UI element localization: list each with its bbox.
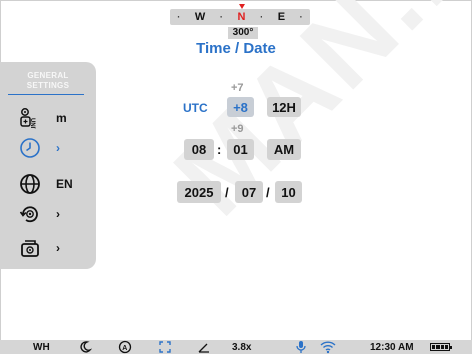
units-value: m bbox=[56, 111, 67, 125]
svg-text:A: A bbox=[122, 345, 127, 352]
day-field[interactable]: 10 bbox=[275, 181, 302, 203]
sidebar-header: GENERAL SETTINGS bbox=[26, 71, 70, 90]
hour-field[interactable]: 08 bbox=[184, 139, 214, 160]
zoom-level: 3.8x bbox=[232, 342, 252, 353]
sidebar-item-units[interactable]: UNIT m bbox=[18, 106, 67, 130]
month-field[interactable]: 07 bbox=[235, 181, 263, 203]
sidebar-item-reset[interactable]: › bbox=[18, 202, 60, 226]
auto-calibration-icon: A bbox=[118, 340, 132, 357]
year-field[interactable]: 2025 bbox=[177, 181, 221, 203]
battery-icon bbox=[430, 343, 452, 351]
compass-bar: · W · N · E · bbox=[170, 4, 310, 25]
microphone-icon bbox=[295, 340, 307, 357]
timezone-offset[interactable]: +8 bbox=[227, 97, 254, 117]
language-value: EN bbox=[56, 177, 73, 191]
sidebar-item-device[interactable]: › bbox=[18, 236, 60, 260]
date-separator-2: / bbox=[266, 185, 270, 200]
sidebar-item-time-date[interactable]: › bbox=[18, 136, 60, 160]
svg-text:UNIT: UNIT bbox=[29, 118, 35, 129]
wifi-icon bbox=[320, 340, 336, 357]
hour-format[interactable]: 12H bbox=[267, 97, 301, 117]
page-title: Time / Date bbox=[196, 40, 276, 57]
compass-west: W bbox=[194, 11, 206, 23]
settings-sidebar: GENERAL SETTINGS UNIT m › EN › › bbox=[0, 62, 96, 269]
timezone-next: +9 bbox=[231, 123, 244, 135]
time-date-chevron: › bbox=[56, 141, 60, 155]
globe-icon bbox=[18, 172, 42, 196]
compass-east: E bbox=[277, 11, 286, 23]
utc-label: UTC bbox=[183, 101, 208, 115]
date-separator-1: / bbox=[225, 185, 229, 200]
heading-readout: 300° bbox=[228, 27, 258, 39]
sidebar-header-underline bbox=[8, 94, 84, 95]
unit-icon: UNIT bbox=[18, 106, 42, 130]
ampm-field[interactable]: AM bbox=[267, 139, 301, 160]
time-separator: : bbox=[217, 142, 222, 157]
device-chevron: › bbox=[56, 241, 60, 255]
white-hot-mode: WH bbox=[33, 342, 50, 353]
focus-frame-icon bbox=[158, 340, 172, 357]
tilt-angle-icon bbox=[197, 340, 211, 357]
reset-icon bbox=[18, 202, 42, 226]
status-bar: WH A 3.8x 12:30 AM bbox=[0, 340, 472, 354]
compass-north: N bbox=[237, 4, 246, 23]
device-icon bbox=[18, 236, 42, 260]
reset-chevron: › bbox=[56, 207, 60, 221]
clock-readout: 12:30 AM bbox=[370, 342, 414, 353]
minute-field[interactable]: 01 bbox=[227, 139, 254, 160]
night-mode-icon bbox=[78, 340, 93, 357]
timezone-prev: +7 bbox=[231, 82, 244, 94]
clock-icon bbox=[18, 136, 42, 160]
sidebar-item-language[interactable]: EN bbox=[18, 172, 73, 196]
